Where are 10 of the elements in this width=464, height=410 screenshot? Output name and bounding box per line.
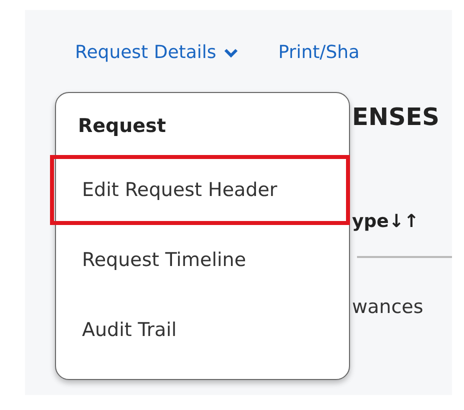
- menu-item[interactable]: Request Timeline: [50, 225, 350, 295]
- column-header[interactable]: ype↓↑: [352, 211, 452, 232]
- table-cell-text: wances: [352, 296, 424, 318]
- dropdown-link[interactable]: Request Details: [75, 42, 238, 63]
- chevron-down-icon: [224, 48, 238, 58]
- menu-heading: Request: [77, 115, 167, 139]
- nav-link[interactable]: Print/Sha: [278, 42, 360, 63]
- menu-item[interactable]: Audit Trail: [50, 295, 350, 365]
- menu-item[interactable]: Edit Request Header: [50, 155, 350, 225]
- section-heading: ENSES: [352, 103, 440, 131]
